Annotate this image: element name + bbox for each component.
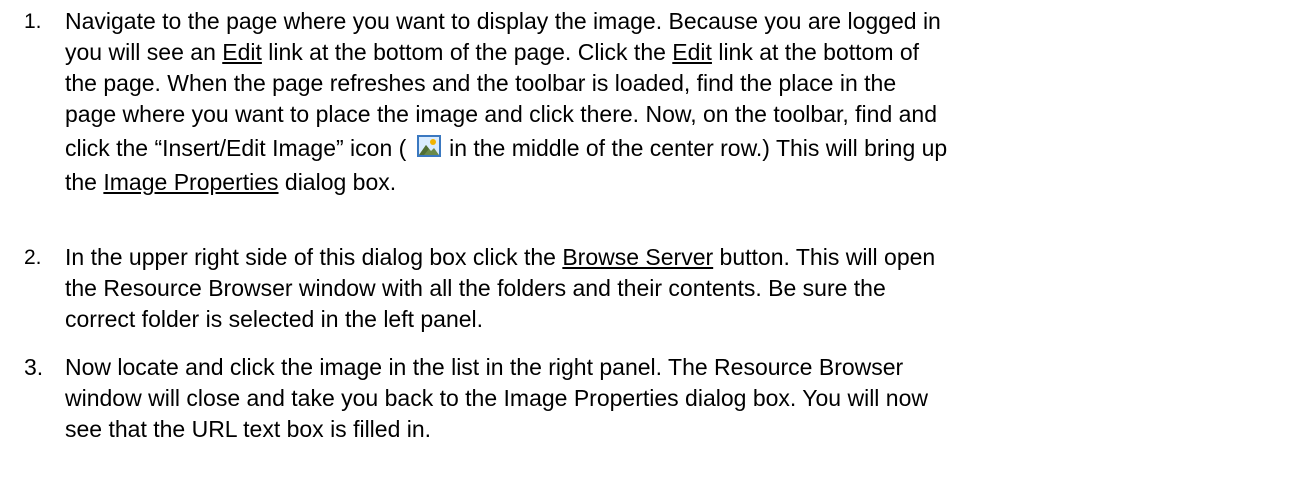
step-line: page where you want to place the image a… bbox=[65, 99, 1297, 130]
browse-server-link[interactable]: Browse Server bbox=[562, 244, 713, 270]
text-segment: Now locate and click the image in the li… bbox=[65, 354, 904, 380]
step-line: the page. When the page refreshes and th… bbox=[65, 68, 1297, 99]
step-line: correct folder is selected in the left p… bbox=[65, 304, 1297, 335]
edit-link[interactable]: Edit bbox=[222, 39, 262, 65]
insert-image-icon bbox=[416, 131, 441, 157]
step-number: 2. bbox=[24, 246, 42, 269]
text-segment: In the upper right side of this dialog b… bbox=[65, 244, 563, 270]
step-number: 1. bbox=[24, 10, 42, 33]
text-segment: see that the URL text box is filled in. bbox=[65, 416, 432, 442]
instructions-document: 1. Navigate to the page where you want t… bbox=[0, 0, 1299, 480]
text-segment: the page. When the page refreshes and th… bbox=[65, 70, 897, 96]
text-segment: correct folder is selected in the left p… bbox=[65, 306, 484, 332]
edit-link[interactable]: Edit bbox=[672, 39, 712, 65]
step-line: Navigate to the page where you want to d… bbox=[65, 6, 1297, 37]
text-segment: you will see an bbox=[65, 39, 223, 65]
text-segment: Navigate to the page where you want to d… bbox=[65, 8, 941, 34]
text-segment: the Resource Browser window with all the… bbox=[65, 275, 886, 301]
step-line: the Image Properties dialog box. bbox=[65, 167, 1297, 198]
step-line: click the “Insert/Edit Image” icon ( in … bbox=[65, 130, 1297, 167]
step-line: see that the URL text box is filled in. bbox=[65, 414, 1297, 445]
text-segment: link at the bottom of the page. Click th… bbox=[261, 39, 673, 65]
text-segment: dialog box. bbox=[278, 169, 397, 195]
step-line: the Resource Browser window with all the… bbox=[65, 273, 1297, 304]
text-segment: window will close and take you back to t… bbox=[65, 385, 928, 411]
step-body: In the upper right side of this dialog b… bbox=[65, 242, 1297, 335]
text-segment: button. This will open bbox=[713, 244, 936, 270]
step-body: Navigate to the page where you want to d… bbox=[65, 6, 1297, 198]
step-line: In the upper right side of this dialog b… bbox=[65, 242, 1297, 273]
text-segment: page where you want to place the image a… bbox=[65, 101, 938, 127]
step-body: Now locate and click the image in the li… bbox=[65, 352, 1297, 445]
step-line: window will close and take you back to t… bbox=[65, 383, 1297, 414]
step-line: Now locate and click the image in the li… bbox=[65, 352, 1297, 383]
text-segment: click the “Insert/Edit Image” icon ( bbox=[65, 135, 413, 161]
step-line: you will see an Edit link at the bottom … bbox=[65, 37, 1297, 68]
text-segment: the bbox=[65, 169, 104, 195]
image-properties-link[interactable]: Image Properties bbox=[103, 169, 278, 195]
step-number: 3. bbox=[24, 354, 44, 380]
text-segment: link at the bottom of bbox=[711, 39, 920, 65]
text-segment: in the middle of the center row.) This w… bbox=[442, 135, 948, 161]
